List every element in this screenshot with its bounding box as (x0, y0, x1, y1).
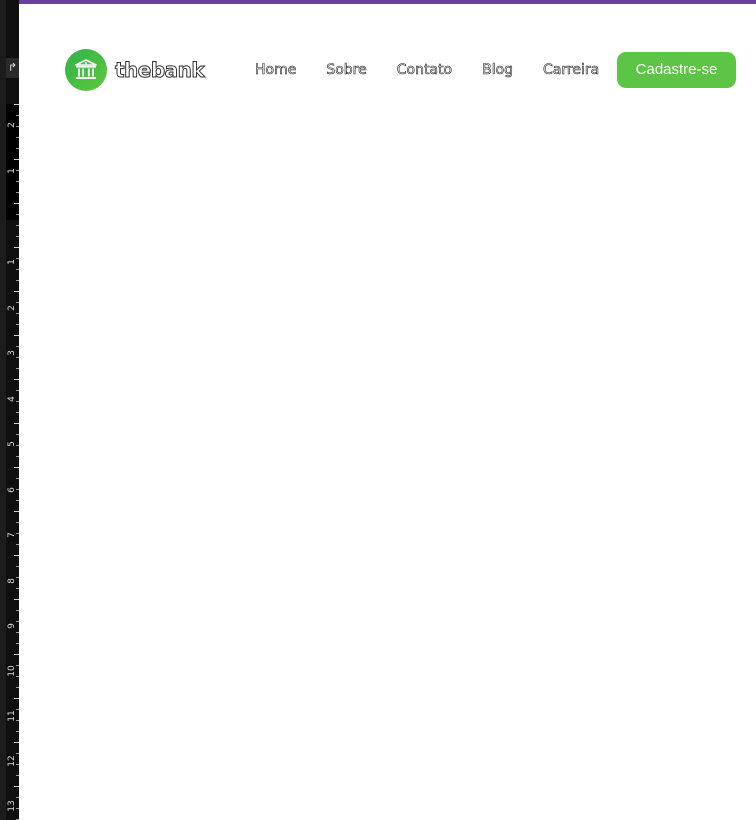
ruler-tick (16, 170, 19, 171)
ruler-tick (16, 390, 19, 391)
site-header: thebank Home Sobre Contato Blog Carreira… (19, 4, 756, 104)
ruler-tick (16, 709, 19, 710)
ruler-tick (16, 313, 19, 314)
ruler-number: 7 (7, 532, 17, 538)
ruler-tick (16, 225, 19, 226)
ruler-tick (16, 478, 19, 479)
ruler-tick (16, 346, 19, 347)
ruler-number: 12 (7, 755, 17, 767)
ruler-tick (14, 379, 19, 380)
ruler-tick (16, 456, 19, 457)
ruler-tick (16, 269, 19, 270)
ruler-tick (16, 500, 19, 501)
ruler-tick (16, 115, 19, 116)
ruler-tick (14, 159, 19, 160)
ruler-tick (14, 742, 19, 743)
ruler-tick (16, 797, 19, 798)
ruler-tick (16, 126, 19, 127)
ruler-tick (14, 786, 19, 787)
nav-link-carreira[interactable]: Carreira (543, 60, 600, 80)
ruler-tick (16, 643, 19, 644)
ruler-tick (14, 599, 19, 600)
ruler-number: 5 (7, 441, 17, 447)
ruler-tick (16, 302, 19, 303)
ruler-tick (14, 423, 19, 424)
ruler-tick (16, 192, 19, 193)
ruler-number: 4 (7, 396, 17, 402)
ruler-tick (16, 412, 19, 413)
ruler-tick (16, 731, 19, 732)
vertical-ruler[interactable]: ↱ 2 1 1 2 3 4 5 6 7 8 9 10 11 12 13 (0, 0, 19, 820)
ruler-tick (16, 621, 19, 622)
nav-link-home[interactable]: Home (255, 60, 297, 80)
ruler-tick (16, 401, 19, 402)
bank-building-svg (75, 59, 97, 79)
ruler-tick (14, 654, 19, 655)
nav-link-contato[interactable]: Contato (396, 60, 452, 80)
ruler-tick (16, 137, 19, 138)
ruler-tick (16, 687, 19, 688)
brand-name: thebank (114, 58, 205, 82)
ruler-tick (14, 698, 19, 699)
ruler-tick (14, 511, 19, 512)
ruler-tick (16, 808, 19, 809)
ruler-tick (16, 632, 19, 633)
ruler-tick (16, 357, 19, 358)
ruler-tick (14, 291, 19, 292)
ruler-tick (16, 258, 19, 259)
signup-button[interactable]: Cadastre-se (617, 52, 736, 88)
ruler-tick (14, 335, 19, 336)
nav-link-sobre[interactable]: Sobre (326, 60, 367, 80)
ruler-tick (16, 764, 19, 765)
bank-building-icon (65, 49, 107, 91)
ruler-tick (16, 753, 19, 754)
ruler-tick (16, 181, 19, 182)
ruler-tick (16, 775, 19, 776)
ruler-number: 2 (7, 122, 17, 128)
ruler-tick (16, 489, 19, 490)
ruler-tick (16, 236, 19, 237)
ruler-tick (16, 577, 19, 578)
logo-link[interactable]: thebank (65, 49, 205, 91)
main-nav: Home Sobre Contato Blog Carreira (255, 60, 600, 80)
ruler-tick (16, 280, 19, 281)
ruler-tick (16, 588, 19, 589)
ruler-tick (14, 104, 19, 105)
ruler-tick (16, 434, 19, 435)
nav-link-blog[interactable]: Blog (482, 60, 514, 80)
ruler-tick (14, 247, 19, 248)
ruler-tick (16, 544, 19, 545)
ruler-corner-icon[interactable]: ↱ (6, 58, 19, 78)
ruler-tick (16, 522, 19, 523)
ruler-tick (16, 720, 19, 721)
ruler-tick (14, 203, 19, 204)
ruler-tick (16, 324, 19, 325)
ruler-tick (16, 214, 19, 215)
ruler-tick (14, 555, 19, 556)
ruler-tick (16, 445, 19, 446)
ruler-tick (16, 148, 19, 149)
ruler-number: 6 (7, 487, 17, 493)
ruler-tick (16, 610, 19, 611)
ruler-number: 1 (7, 168, 17, 174)
ruler-tick (16, 368, 19, 369)
page: ↱ 2 1 1 2 3 4 5 6 7 8 9 10 11 12 13 theb… (0, 0, 756, 820)
ruler-tick (14, 467, 19, 468)
ruler-tick (16, 566, 19, 567)
ruler-tick (16, 533, 19, 534)
ruler-tick (16, 676, 19, 677)
ruler-tick (16, 665, 19, 666)
ruler-number: 13 (7, 800, 17, 812)
